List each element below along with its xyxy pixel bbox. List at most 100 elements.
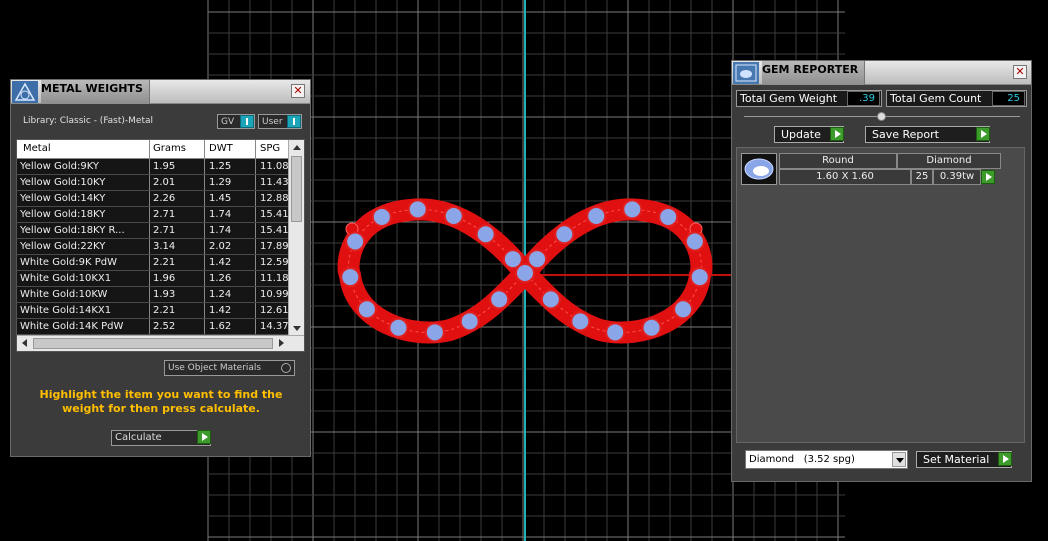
- table-row[interactable]: Yellow Gold:14KY 2.26 1.45 12.88: [17, 191, 289, 207]
- grams-cell: 2.01: [153, 177, 176, 188]
- col-divider: [149, 287, 150, 302]
- save-report-label: Save Report: [872, 128, 939, 141]
- col-header-metal[interactable]: Metal: [23, 143, 51, 154]
- close-icon[interactable]: ✕: [291, 84, 305, 98]
- col-divider: [149, 207, 150, 222]
- table-row[interactable]: White Gold:9K PdW 2.21 1.42 12.59: [17, 255, 289, 271]
- round-gem-icon: [741, 153, 777, 185]
- gem-count: 25: [911, 169, 933, 185]
- total-gem-weight-value: .39: [847, 91, 880, 106]
- dwt-cell: 1.42: [209, 305, 232, 316]
- gem-stone: [371, 206, 392, 227]
- save-report-button[interactable]: Save Report: [865, 126, 990, 143]
- col-divider: [204, 287, 205, 302]
- col-divider: [149, 271, 150, 286]
- metal-name-cell: White Gold:14KX1: [20, 305, 112, 316]
- metal-table-header: Metal Grams DWT SPG: [17, 140, 289, 159]
- user-label: User: [262, 117, 283, 127]
- calculate-button[interactable]: Calculate: [111, 430, 211, 446]
- col-divider: [204, 223, 205, 238]
- metal-weights-titlebar[interactable]: METAL WEIGHTS ✕: [11, 80, 310, 104]
- gem-reporter-icon: [733, 62, 759, 84]
- scroll-left-icon[interactable]: [22, 339, 27, 347]
- gem-stone: [424, 322, 445, 343]
- chevron-down-icon[interactable]: [892, 452, 906, 467]
- table-row[interactable]: White Gold:10KX1 1.96 1.26 11.18: [17, 271, 289, 287]
- metal-table-body: Yellow Gold:9KY 1.95 1.25 11.08 Yellow Gold:…: [17, 159, 289, 335]
- scroll-right-icon[interactable]: [279, 339, 284, 347]
- gem-weight: 0.39tw: [933, 169, 981, 185]
- table-row[interactable]: Yellow Gold:22KY 3.14 2.02 17.89: [17, 239, 289, 255]
- gem-detail-arrow-icon[interactable]: [981, 170, 995, 184]
- gem-stone: [641, 317, 662, 338]
- scroll-thumb[interactable]: [33, 338, 273, 349]
- table-row[interactable]: Yellow Gold:9KY 1.95 1.25 11.08: [17, 159, 289, 175]
- divider-slider-knob[interactable]: [877, 112, 886, 121]
- table-row[interactable]: White Gold:14K PdW 2.52 1.62 14.37: [17, 319, 289, 335]
- col-divider: [255, 175, 256, 190]
- scroll-up-icon[interactable]: [293, 145, 301, 150]
- scroll-thumb[interactable]: [291, 156, 302, 222]
- metal-weights-icon: [12, 81, 38, 103]
- col-divider: [149, 223, 150, 238]
- gem-stone: [345, 231, 366, 252]
- gem-stone: [658, 206, 679, 227]
- col-divider: [204, 271, 205, 286]
- col-divider[interactable]: [149, 140, 150, 158]
- library-label: Library: Classic - (Fast)-Metal: [23, 116, 154, 126]
- metal-name-cell: Yellow Gold:14KY: [20, 193, 106, 204]
- col-header-dwt[interactable]: DWT: [209, 143, 233, 154]
- col-divider: [255, 287, 256, 302]
- close-icon[interactable]: ✕: [1013, 65, 1027, 79]
- metal-name-cell: Yellow Gold:10KY: [20, 177, 106, 188]
- scroll-down-icon[interactable]: [293, 326, 301, 331]
- gem-stone: [407, 199, 428, 220]
- gem-reporter-panel: GEM REPORTER ✕ Total Gem Weight .39 Tota…: [731, 60, 1032, 482]
- dwt-cell: 2.02: [209, 241, 232, 252]
- metal-name-cell: White Gold:10KX1: [20, 273, 112, 284]
- gv-toggle[interactable]: GV: [217, 114, 255, 129]
- dwt-cell: 1.74: [209, 209, 232, 220]
- table-row[interactable]: Yellow Gold:18KY R... 2.71 1.74 15.41: [17, 223, 289, 239]
- gem-stone: [502, 249, 523, 270]
- play-icon: [830, 127, 844, 141]
- col-divider: [255, 271, 256, 286]
- update-button[interactable]: Update: [774, 126, 844, 143]
- metal-name-cell: Yellow Gold:9KY: [20, 161, 99, 172]
- set-material-button[interactable]: Set Material: [916, 451, 1012, 468]
- gem-stone: [489, 289, 510, 310]
- table-row[interactable]: Yellow Gold:18KY 2.71 1.74 15.41: [17, 207, 289, 223]
- col-header-spg[interactable]: SPG: [260, 143, 280, 154]
- total-gem-count-label: Total Gem Count: [890, 92, 982, 105]
- app-root: METAL WEIGHTS ✕ Library: Classic - (Fast…: [0, 0, 1048, 541]
- metal-name-cell: Yellow Gold:18KY R...: [20, 225, 125, 236]
- table-row[interactable]: White Gold:14KX1 2.21 1.42 12.61: [17, 303, 289, 319]
- table-horizontal-scrollbar[interactable]: [17, 335, 304, 351]
- col-divider: [255, 223, 256, 238]
- col-divider: [204, 207, 205, 222]
- col-divider: [149, 159, 150, 174]
- table-row[interactable]: White Gold:10KW 1.93 1.24 10.99: [17, 287, 289, 303]
- gem-stone: [475, 224, 496, 245]
- gem-list[interactable]: Round Diamond 1.60 X 1.60 25 0.39tw: [736, 147, 1025, 443]
- table-vertical-scrollbar[interactable]: [288, 140, 304, 336]
- dwt-cell: 1.74: [209, 225, 232, 236]
- gem-list-item[interactable]: Round Diamond 1.60 X 1.60 25 0.39tw: [741, 151, 1003, 185]
- col-divider[interactable]: [255, 140, 256, 158]
- metal-table[interactable]: Metal Grams DWT SPG Yellow Gold:9KY 1.95 1…: [16, 139, 305, 352]
- col-divider: [149, 175, 150, 190]
- material-select[interactable]: Diamond (3.52 spg): [745, 450, 908, 469]
- metal-name-cell: Yellow Gold:22KY: [20, 241, 106, 252]
- dwt-cell: 1.25: [209, 161, 232, 172]
- gem-reporter-titlebar[interactable]: GEM REPORTER ✕: [732, 61, 1031, 85]
- grams-cell: 2.71: [153, 209, 176, 220]
- gem-stone: [622, 199, 643, 220]
- col-header-grams[interactable]: Grams: [153, 143, 186, 154]
- col-divider: [149, 255, 150, 270]
- table-row[interactable]: Yellow Gold:10KY 2.01 1.29 11.43: [17, 175, 289, 191]
- col-divider[interactable]: [204, 140, 205, 158]
- user-toggle[interactable]: User: [258, 114, 302, 129]
- use-object-materials-checkbox[interactable]: Use Object Materials: [164, 360, 295, 376]
- dwt-cell: 1.26: [209, 273, 232, 284]
- grams-cell: 1.95: [153, 161, 176, 172]
